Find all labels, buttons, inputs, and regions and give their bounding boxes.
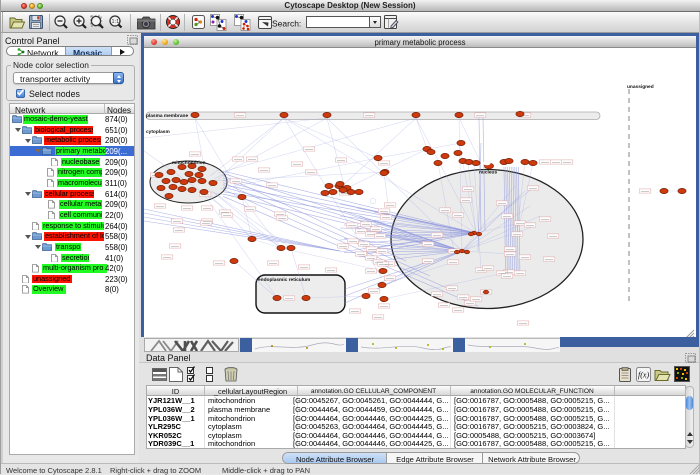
svg-text:f(x): f(x) bbox=[638, 371, 649, 380]
svg-text:cytoplasm: cytoplasm bbox=[146, 129, 170, 135]
svg-text:Search:: Search: bbox=[272, 19, 301, 29]
svg-text:unassigned: unassigned bbox=[627, 84, 654, 90]
svg-text:nucleus: nucleus bbox=[479, 170, 497, 176]
svg-text:endoplasmic reticulum: endoplasmic reticulum bbox=[258, 277, 310, 283]
svg-text:mitochondrion: mitochondrion bbox=[172, 160, 206, 166]
svg-text:1:1: 1:1 bbox=[112, 19, 120, 25]
svg-text:plasma membrane: plasma membrane bbox=[146, 113, 188, 119]
